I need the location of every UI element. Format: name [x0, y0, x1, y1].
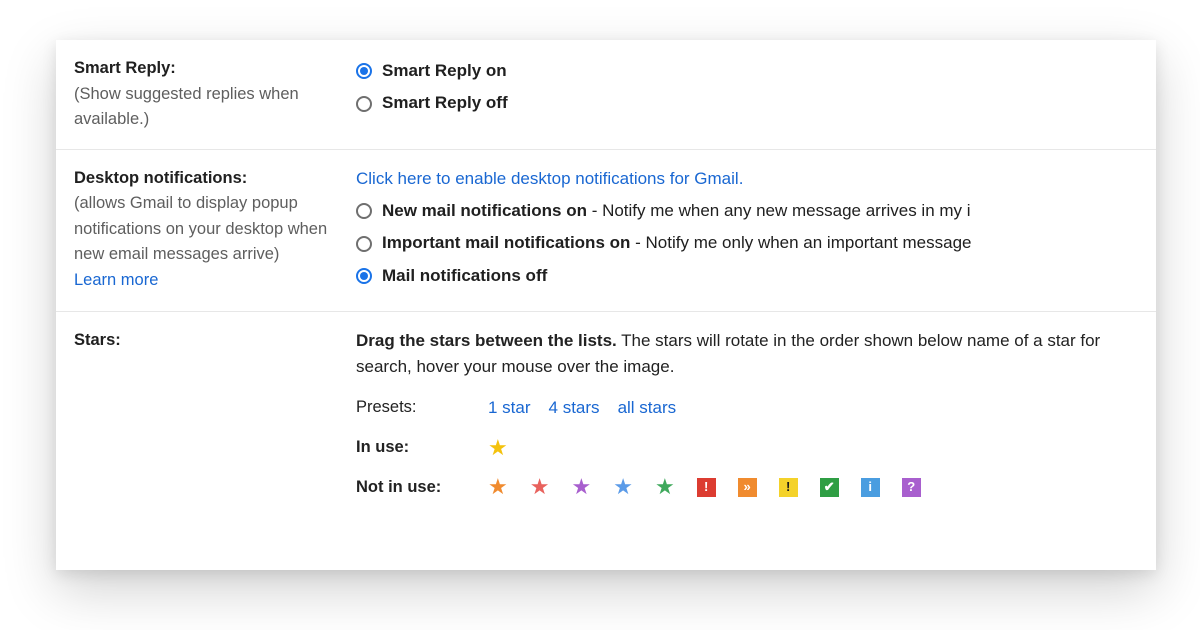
- enable-desktop-notif-link[interactable]: Click here to enable desktop notificatio…: [356, 169, 743, 188]
- desktop-notif-desc: (allows Gmail to display popup notificat…: [74, 194, 327, 263]
- notif-option-off[interactable]: Mail notifications off: [356, 263, 1156, 289]
- smart-reply-on-label: Smart Reply on: [382, 58, 507, 84]
- smart-reply-off-label: Smart Reply off: [382, 90, 508, 116]
- presets-label: Presets:: [356, 395, 488, 421]
- red-bang-icon[interactable]: !: [697, 478, 716, 497]
- section-smart-reply: Smart Reply: (Show suggested replies whe…: [56, 40, 1156, 150]
- section-stars: Stars: Drag the stars between the lists.…: [56, 312, 1156, 516]
- radio-icon: [356, 203, 372, 219]
- notif-option-label: New mail notifications on - Notify me wh…: [382, 198, 971, 224]
- in-use-label: In use:: [356, 435, 488, 461]
- settings-panel: Smart Reply: (Show suggested replies whe…: [56, 40, 1156, 570]
- notif-option-label: Important mail notifications on - Notify…: [382, 230, 972, 256]
- in-use-list: ★: [488, 437, 508, 459]
- stars-title: Stars:: [74, 331, 121, 349]
- preset-4-stars[interactable]: 4 stars: [549, 395, 600, 421]
- notif-option-label: Mail notifications off: [382, 263, 547, 289]
- desktop-notif-title: Desktop notifications:: [74, 169, 247, 187]
- yellow-star-icon[interactable]: ★: [488, 437, 508, 459]
- radio-icon: [356, 63, 372, 79]
- purple-star-icon[interactable]: ★: [571, 476, 591, 498]
- smart-reply-title: Smart Reply:: [74, 59, 176, 77]
- purple-question-icon[interactable]: ?: [902, 478, 921, 497]
- radio-icon: [356, 236, 372, 252]
- orange-star-icon[interactable]: ★: [488, 476, 508, 498]
- smart-reply-off-option[interactable]: Smart Reply off: [356, 90, 1156, 116]
- radio-icon: [356, 268, 372, 284]
- yellow-bang-icon[interactable]: !: [779, 478, 798, 497]
- preset-all-stars[interactable]: all stars: [618, 395, 677, 421]
- notif-option-new[interactable]: New mail notifications on - Notify me wh…: [356, 198, 1156, 224]
- radio-icon: [356, 96, 372, 112]
- red-star-icon[interactable]: ★: [530, 476, 550, 498]
- smart-reply-desc: (Show suggested replies when available.): [74, 85, 299, 129]
- smart-reply-on-option[interactable]: Smart Reply on: [356, 58, 1156, 84]
- stars-instruction-bold: Drag the stars between the lists.: [356, 331, 617, 350]
- preset-1-star[interactable]: 1 star: [488, 395, 531, 421]
- not-in-use-list: ★ ★ ★ ★ ★! »! ✔ i?: [488, 476, 921, 498]
- orange-arrows-icon[interactable]: »: [738, 478, 757, 497]
- green-check-icon[interactable]: ✔: [820, 478, 839, 497]
- blue-star-icon[interactable]: ★: [613, 476, 633, 498]
- section-desktop-notifications: Desktop notifications: (allows Gmail to …: [56, 150, 1156, 312]
- not-in-use-label: Not in use:: [356, 475, 488, 501]
- green-star-icon[interactable]: ★: [655, 476, 675, 498]
- stars-instruction: Drag the stars between the lists. The st…: [356, 328, 1156, 381]
- learn-more-link[interactable]: Learn more: [74, 271, 158, 289]
- blue-info-icon[interactable]: i: [861, 478, 880, 497]
- notif-option-important[interactable]: Important mail notifications on - Notify…: [356, 230, 1156, 256]
